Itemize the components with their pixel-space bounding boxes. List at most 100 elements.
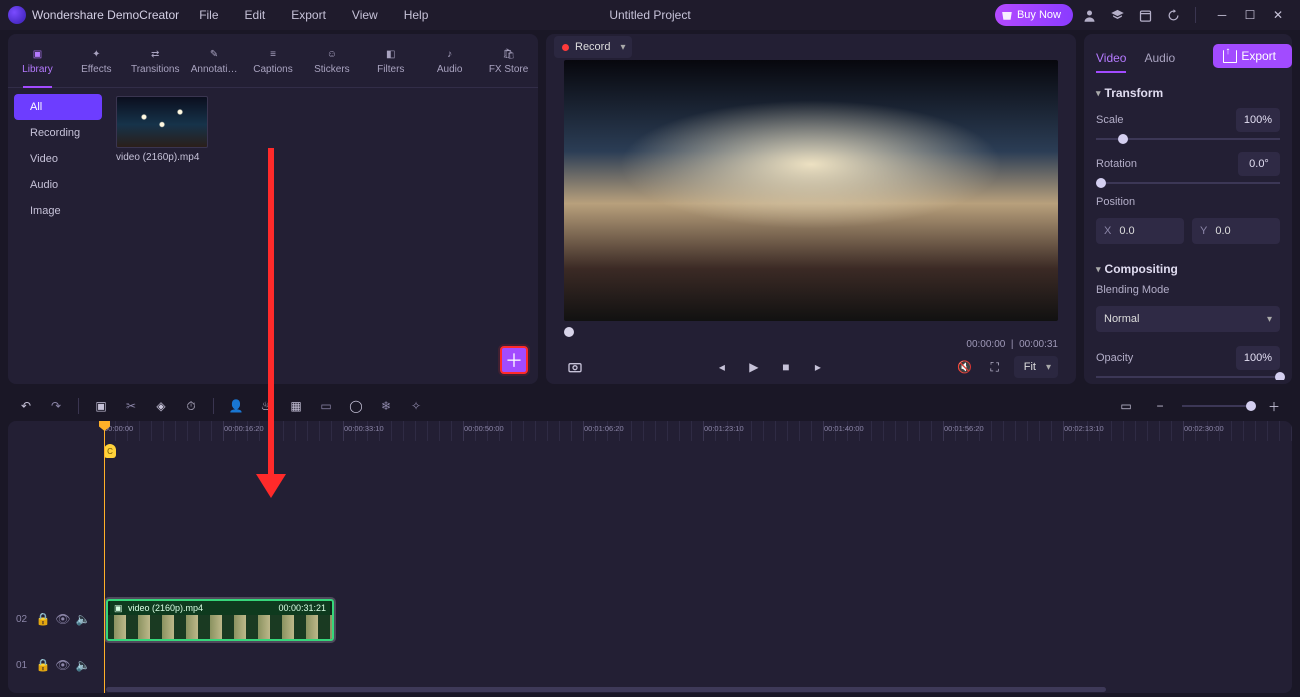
tab-library[interactable]: ▣Library	[8, 34, 67, 87]
section-compositing[interactable]: Compositing	[1096, 262, 1280, 276]
playhead[interactable]	[104, 421, 105, 693]
undo-button[interactable]: ↶	[14, 394, 38, 418]
rotation-value[interactable]: 0.0°	[1238, 152, 1280, 176]
library-categories: All Recording Video Audio Image	[8, 88, 108, 384]
slider-knob-icon[interactable]	[1246, 401, 1256, 411]
account-icon[interactable]	[1077, 3, 1101, 27]
preview-video[interactable]	[564, 60, 1058, 321]
mute-icon[interactable]: 🔈	[76, 658, 90, 672]
category-recording[interactable]: Recording	[14, 120, 102, 146]
updates-icon[interactable]	[1161, 3, 1185, 27]
rotation-slider[interactable]	[1096, 182, 1280, 184]
tasks-icon[interactable]	[1133, 3, 1157, 27]
prev-frame-button[interactable]: ◂	[711, 356, 733, 378]
maximize-button[interactable]: ☐	[1236, 1, 1264, 29]
fullscreen-button[interactable]: ⛶	[984, 356, 1006, 378]
zoom-slider[interactable]	[1182, 405, 1252, 407]
close-button[interactable]: ✕	[1264, 1, 1292, 29]
scrollbar-thumb[interactable]	[106, 687, 1106, 692]
inspector-tab-video[interactable]: Video	[1096, 51, 1126, 73]
media-item[interactable]: video (2160p).mp4	[116, 96, 208, 163]
record-button[interactable]: Record	[554, 36, 632, 58]
volume-button[interactable]: 🔇	[954, 356, 976, 378]
track-number: 02	[16, 614, 30, 625]
app-name: Wondershare DemoCreator	[32, 8, 179, 22]
section-transform[interactable]: Transform	[1096, 86, 1280, 100]
slider-knob-icon[interactable]	[564, 327, 574, 337]
timeline-clip[interactable]: ▣video (2160p).mp4 00:00:31:21	[106, 599, 334, 641]
stop-button[interactable]: ■	[775, 356, 797, 378]
preview-controls: ◂ ▶ ■ ▸ 🔇 ⛶ Fit	[546, 350, 1076, 384]
buy-now-button[interactable]: Buy Now	[995, 4, 1073, 26]
slider-knob-icon[interactable]	[1096, 178, 1106, 188]
category-audio[interactable]: Audio	[14, 172, 102, 198]
blending-mode-select[interactable]: Normal	[1096, 306, 1280, 332]
zoom-out-button[interactable]: −	[1148, 394, 1172, 418]
library-grid: video (2160p).mp4 ＋	[108, 88, 538, 384]
ruler-tick: 00:00:33:10	[344, 424, 384, 433]
category-image[interactable]: Image	[14, 198, 102, 224]
tab-fx-store[interactable]: 🛍FX Store	[479, 34, 538, 87]
denoise-button[interactable]: ♨	[254, 394, 278, 418]
timeline-marker[interactable]: C	[104, 444, 116, 458]
position-y-input[interactable]: Y0.0	[1192, 218, 1280, 244]
play-button[interactable]: ▶	[743, 356, 765, 378]
audio-icon: ♪	[442, 46, 458, 62]
export-button[interactable]: Export	[1213, 44, 1292, 68]
category-all[interactable]: All	[14, 94, 102, 120]
media-filename: video (2160p).mp4	[116, 152, 208, 163]
group-button[interactable]: 👤	[224, 394, 248, 418]
ruler-tick: 00:02:13:10	[1064, 424, 1104, 433]
marker-button[interactable]: ◈	[149, 394, 173, 418]
opacity-value[interactable]: 100%	[1236, 346, 1280, 370]
menu-edit[interactable]: Edit	[245, 8, 266, 22]
timeline-ruler[interactable]: 00:00:0000:00:16:2000:00:33:1000:00:50:0…	[104, 421, 1292, 441]
ruler-tick: 00:00:16:20	[224, 424, 264, 433]
speed-button[interactable]: ⏱	[179, 394, 203, 418]
inspector-tab-audio[interactable]: Audio	[1144, 51, 1175, 73]
mosaic-button[interactable]: ▦	[284, 394, 308, 418]
position-x-input[interactable]: X0.0	[1096, 218, 1184, 244]
minimize-button[interactable]: ─	[1208, 1, 1236, 29]
greenscreen-button: ▭	[314, 394, 338, 418]
menu-view[interactable]: View	[352, 8, 378, 22]
menu-help[interactable]: Help	[404, 8, 429, 22]
crop-button[interactable]: ▣	[89, 394, 113, 418]
tab-captions[interactable]: ≡Captions	[244, 34, 303, 87]
ruler-tick: 00:00:50:00	[464, 424, 504, 433]
visibility-icon[interactable]: 👁	[56, 612, 70, 626]
menu-file[interactable]: File	[199, 8, 218, 22]
next-frame-button[interactable]: ▸	[807, 356, 829, 378]
zoom-in-button[interactable]: ＋	[1262, 394, 1286, 418]
tab-effects[interactable]: ✦Effects	[67, 34, 126, 87]
academy-icon[interactable]	[1105, 3, 1129, 27]
inspector-panel: Video Audio Transform Scale 100% Rotatio…	[1084, 34, 1292, 384]
slider-knob-icon[interactable]	[1118, 134, 1128, 144]
tab-annotations[interactable]: ✎Annotati…	[185, 34, 244, 87]
scale-value[interactable]: 100%	[1236, 108, 1280, 132]
tab-stickers[interactable]: ☺Stickers	[302, 34, 361, 87]
lock-icon[interactable]: 🔒	[36, 658, 50, 672]
slider-knob-icon[interactable]	[1275, 372, 1285, 380]
fxstore-icon: 🛍	[501, 46, 517, 62]
preview-time: 00:00:00 | 00:00:31	[966, 339, 1058, 350]
snapshot-button[interactable]	[564, 356, 586, 378]
timeline-scrollbar[interactable]	[104, 686, 1292, 693]
category-video[interactable]: Video	[14, 146, 102, 172]
tab-audio[interactable]: ♪Audio	[420, 34, 479, 87]
zoom-fit-select[interactable]: Fit	[1014, 356, 1058, 378]
tab-transitions[interactable]: ⇄Transitions	[126, 34, 185, 87]
tab-filters[interactable]: ◧Filters	[361, 34, 420, 87]
pan-zoom-button[interactable]: ◯	[344, 394, 368, 418]
mute-icon[interactable]: 🔈	[76, 612, 90, 626]
transitions-icon: ⇄	[147, 46, 163, 62]
preview-slider[interactable]	[564, 325, 1058, 339]
auto-fit-button[interactable]: ▭	[1114, 394, 1138, 418]
visibility-icon[interactable]: 👁	[56, 658, 70, 672]
lock-icon[interactable]: 🔒	[36, 612, 50, 626]
scale-slider[interactable]	[1096, 138, 1280, 140]
add-media-button[interactable]: ＋	[500, 346, 528, 374]
opacity-slider[interactable]	[1096, 376, 1280, 378]
menu-export[interactable]: Export	[291, 8, 326, 22]
ruler-tick: 00:01:40:00	[824, 424, 864, 433]
